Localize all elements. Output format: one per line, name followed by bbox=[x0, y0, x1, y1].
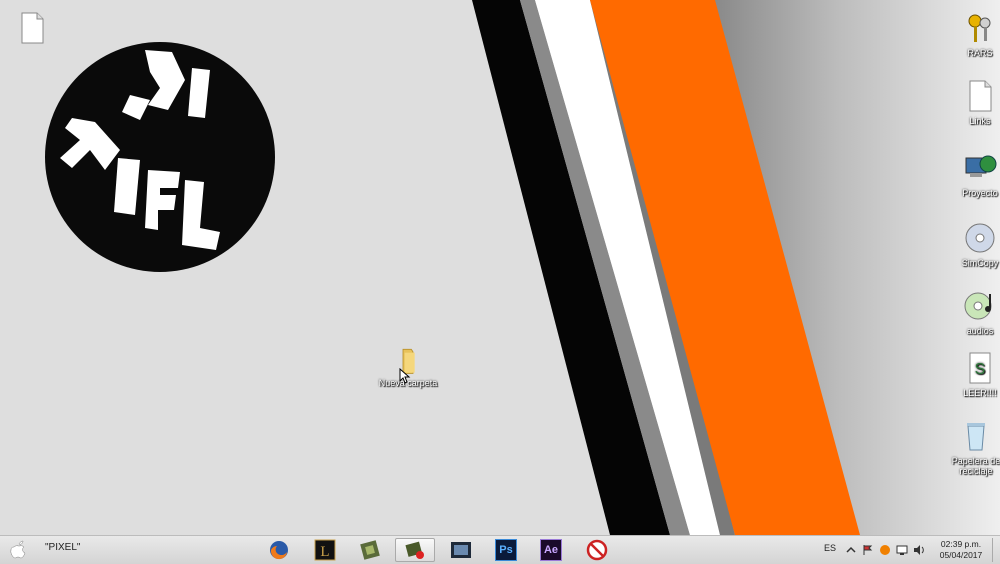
game-icon bbox=[360, 540, 380, 560]
clock-time: 02:39 p.m. bbox=[940, 539, 982, 549]
rars-icon[interactable]: RARS bbox=[948, 10, 1000, 58]
text-file-icon bbox=[969, 80, 992, 112]
show-desktop-button[interactable] bbox=[992, 538, 999, 562]
film-strip-icon bbox=[451, 542, 471, 558]
wallpaper bbox=[0, 0, 1000, 535]
taskbar: "PIXEL" L Ps Ae ES 02:39 p.m. 05/04/2017 bbox=[0, 535, 1000, 564]
document-icon bbox=[21, 12, 44, 44]
recycle-bin-icon[interactable]: Papelera de reciclaje bbox=[940, 418, 1000, 476]
simcopy-icon[interactable]: SimCopy bbox=[948, 220, 1000, 268]
proyecto-icon[interactable]: Proyecto bbox=[948, 150, 1000, 198]
show-hidden-icons-icon[interactable] bbox=[845, 544, 857, 556]
firefox-button[interactable] bbox=[259, 538, 299, 562]
svg-text:L: L bbox=[320, 544, 329, 560]
blocked-button[interactable] bbox=[577, 538, 617, 562]
film-button[interactable] bbox=[441, 538, 481, 562]
start-apple-icon[interactable] bbox=[6, 538, 32, 562]
clock-date: 05/04/2017 bbox=[939, 550, 983, 560]
league-of-legends-button[interactable]: L bbox=[305, 538, 345, 562]
svg-text:S: S bbox=[975, 361, 986, 378]
keys-icon bbox=[968, 14, 991, 42]
league-of-legends-icon: L bbox=[314, 539, 336, 561]
firefox-icon bbox=[270, 541, 288, 560]
music-cd-icon bbox=[964, 292, 992, 320]
language-indicator[interactable]: ES bbox=[824, 543, 836, 553]
network-icon[interactable] bbox=[896, 544, 908, 556]
after-effects-button[interactable]: Ae bbox=[531, 538, 571, 562]
audios-icon[interactable]: audios bbox=[948, 288, 1000, 336]
photoshop-button[interactable]: Ps bbox=[486, 538, 526, 562]
volume-icon[interactable] bbox=[913, 544, 925, 556]
leer-icon[interactable]: S LEER!!!! bbox=[948, 350, 1000, 398]
trash-icon bbox=[967, 423, 985, 451]
game-button[interactable] bbox=[350, 538, 390, 562]
script-file-icon: S bbox=[969, 352, 991, 384]
network-computer-icon bbox=[965, 155, 997, 177]
media-icon bbox=[405, 541, 424, 559]
avast-icon[interactable] bbox=[879, 544, 891, 556]
pinned-label[interactable]: "PIXEL" bbox=[45, 542, 80, 553]
file-icon-topleft[interactable] bbox=[0, 10, 64, 48]
clock[interactable]: 02:39 p.m. 05/04/2017 bbox=[935, 539, 987, 561]
desktop: RARS Links Proyecto SimCopy audios S LEE… bbox=[0, 0, 1000, 535]
after-effects-icon: Ae bbox=[540, 539, 562, 561]
cd-icon bbox=[965, 223, 995, 253]
media-button[interactable] bbox=[395, 538, 435, 562]
photoshop-icon: Ps bbox=[495, 539, 517, 561]
links-icon[interactable]: Links bbox=[948, 78, 1000, 126]
mouse-cursor-icon bbox=[399, 368, 411, 384]
blocked-icon bbox=[586, 539, 608, 561]
flag-icon[interactable] bbox=[862, 544, 874, 556]
